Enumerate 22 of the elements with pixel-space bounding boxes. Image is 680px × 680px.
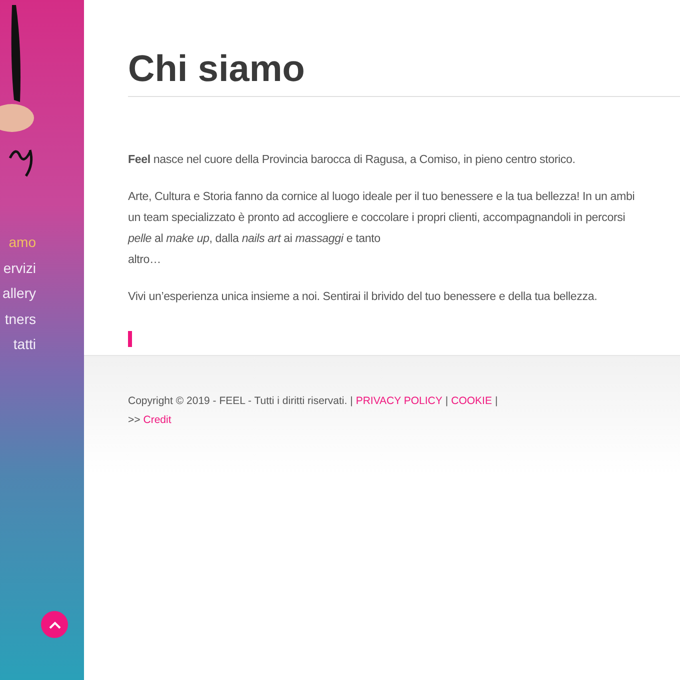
page-title: Chi siamo bbox=[128, 46, 680, 97]
body-text: altro… bbox=[128, 252, 162, 268]
chevron-up-icon bbox=[48, 620, 60, 628]
separator-text: | bbox=[445, 394, 448, 409]
body-text: Vivi un’esperienza unica insieme a noi. Sentirai il brivido del tuo benessere e della tua bellezza. bbox=[128, 289, 598, 305]
nav-link[interactable]: tners bbox=[4, 308, 36, 330]
copyright-text: Copyright © 2019 - FEEL - Tutti i diritti riservati. | bbox=[128, 394, 353, 409]
footer-link[interactable]: PRIVACY POLICY bbox=[356, 392, 442, 411]
body-text: Feel nasce nel cuore della Provincia barocca di Ragusa, a Comiso, in pieno centro storico. bbox=[128, 152, 576, 168]
body-text: un team specializzato è pronto ad accogliere e coccolare i propri clienti, accompagnandoli in percorsi bbox=[128, 210, 626, 226]
footer-link[interactable]: COOKIE bbox=[451, 392, 492, 411]
back-to-top-button[interactable] bbox=[41, 611, 68, 638]
nav-link[interactable]: amo bbox=[8, 232, 36, 254]
nav-link[interactable]: tatti bbox=[13, 334, 36, 356]
accent-bar bbox=[128, 331, 132, 347]
arrow-text: >> bbox=[128, 413, 140, 428]
body-text: Arte, Cultura e Storia fanno da cornice al luogo ideale per il tuo benessere e la tua bellezza! In un ambi bbox=[128, 189, 636, 205]
nav-link[interactable]: allery bbox=[2, 283, 36, 304]
body-text: pelle al make up, dalla nails art ai massaggi e tanto bbox=[128, 231, 382, 247]
nav-link[interactable]: ervizi bbox=[3, 258, 36, 279]
credit-link[interactable]: Credit bbox=[143, 411, 172, 430]
separator-text: | bbox=[494, 394, 498, 409]
